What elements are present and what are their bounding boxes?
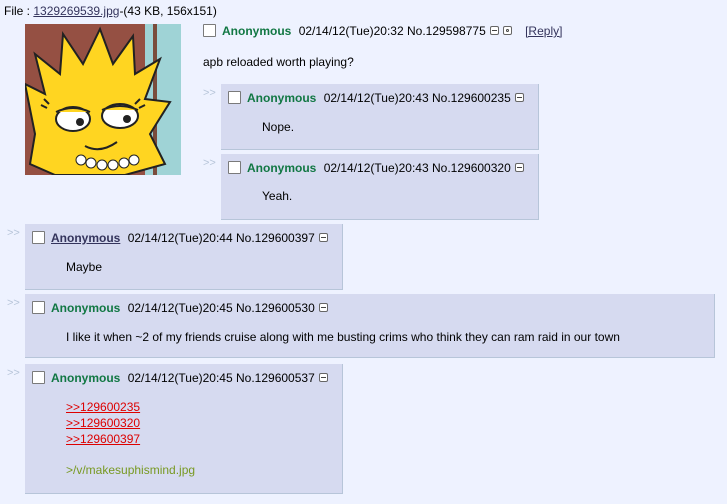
op-post-number[interactable]: No.129598775 [407, 24, 486, 38]
reply-datetime: 02/14/12(Tue)20:45 [127, 301, 233, 315]
reply-header: Anonymous 02/14/12(Tue)20:43 No.12960032… [228, 161, 524, 175]
reply-datetime: 02/14/12(Tue)20:43 [323, 91, 429, 105]
reply-post: Anonymous 02/14/12(Tue)20:45 No.12960053… [25, 294, 715, 358]
reply-post-number[interactable]: No.129600537 [236, 371, 315, 385]
reply-arrow: >> [7, 297, 20, 309]
reply-header: Anonymous 02/14/12(Tue)20:44 No.12960039… [32, 231, 328, 245]
op-header: Anonymous 02/14/12(Tue)20:32 No.12959877… [203, 24, 562, 38]
file-link[interactable]: 1329269539.jpg [33, 4, 119, 18]
reply-post-number[interactable]: No.129600397 [236, 231, 315, 245]
reply-poster-name[interactable]: Anonymous [51, 231, 120, 245]
reply-post: Anonymous 02/14/12(Tue)20:43 No.12960032… [221, 154, 539, 220]
reply-select-checkbox[interactable] [32, 231, 45, 244]
quote-link[interactable]: >>129600235 [66, 399, 195, 415]
reply-message: Yeah. [262, 189, 293, 203]
file-meta: -(43 KB, 156x151) [119, 4, 217, 18]
reply-message: I like it when ~2 of my friends cruise a… [66, 330, 620, 344]
reply-arrow: >> [203, 87, 216, 99]
reply-message: Maybe [66, 260, 103, 274]
file-prefix: File : [4, 4, 34, 18]
quote-link[interactable]: >>129600397 [66, 431, 195, 447]
reply-datetime: 02/14/12(Tue)20:44 [127, 231, 233, 245]
reply-select-checkbox[interactable] [228, 161, 241, 174]
op-datetime: 02/14/12(Tue)20:32 [298, 24, 404, 38]
reply-message: >>129600235 >>129600320 >>129600397 >/v/… [66, 399, 195, 477]
post-menu-icon[interactable] [318, 233, 328, 242]
reply-button[interactable]: [Reply] [525, 24, 562, 38]
op-select-checkbox[interactable] [203, 24, 216, 37]
reply-arrow: >> [7, 367, 20, 379]
op-poster-name: Anonymous [222, 24, 292, 38]
reply-select-checkbox[interactable] [32, 371, 45, 384]
reply-arrow: >> [203, 157, 216, 169]
reply-poster-name: Anonymous [51, 301, 121, 315]
reply-post: Anonymous 02/14/12(Tue)20:45 No.12960053… [25, 364, 343, 494]
reply-header: Anonymous 02/14/12(Tue)20:45 No.12960053… [32, 301, 328, 315]
post-menu-icon[interactable] [318, 303, 328, 312]
file-info: File : 1329269539.jpg-(43 KB, 156x151) [4, 4, 217, 18]
reply-post-number[interactable]: No.129600530 [236, 301, 315, 315]
reply-post-number[interactable]: No.129600320 [432, 161, 511, 175]
reply-arrow: >> [7, 227, 20, 239]
post-menu-icon[interactable] [318, 373, 328, 382]
reply-select-checkbox[interactable] [32, 301, 45, 314]
reply-poster-name: Anonymous [247, 91, 317, 105]
quote-link[interactable]: >>129600320 [66, 415, 195, 431]
watch-thread-icon[interactable] [502, 26, 512, 35]
reply-post: Anonymous 02/14/12(Tue)20:43 No.12960023… [221, 84, 539, 150]
post-menu-icon[interactable] [514, 163, 524, 172]
reply-select-checkbox[interactable] [228, 91, 241, 104]
reply-header: Anonymous 02/14/12(Tue)20:45 No.12960053… [32, 371, 328, 385]
reply-datetime: 02/14/12(Tue)20:45 [127, 371, 233, 385]
reply-poster-name: Anonymous [51, 371, 121, 385]
post-menu-icon[interactable] [514, 93, 524, 102]
reply-poster-name: Anonymous [247, 161, 317, 175]
reply-post: Anonymous 02/14/12(Tue)20:44 No.12960039… [25, 224, 343, 290]
op-message: apb reloaded worth playing? [203, 55, 354, 69]
post-menu-icon[interactable] [489, 26, 499, 35]
reply-datetime: 02/14/12(Tue)20:43 [323, 161, 429, 175]
reply-header: Anonymous 02/14/12(Tue)20:43 No.12960023… [228, 91, 524, 105]
greentext-line: >/v/makesuphismind.jpg [66, 463, 196, 477]
reply-message: Nope. [262, 120, 295, 134]
reply-post-number[interactable]: No.129600235 [432, 91, 511, 105]
op-thumbnail-image[interactable] [25, 24, 181, 175]
